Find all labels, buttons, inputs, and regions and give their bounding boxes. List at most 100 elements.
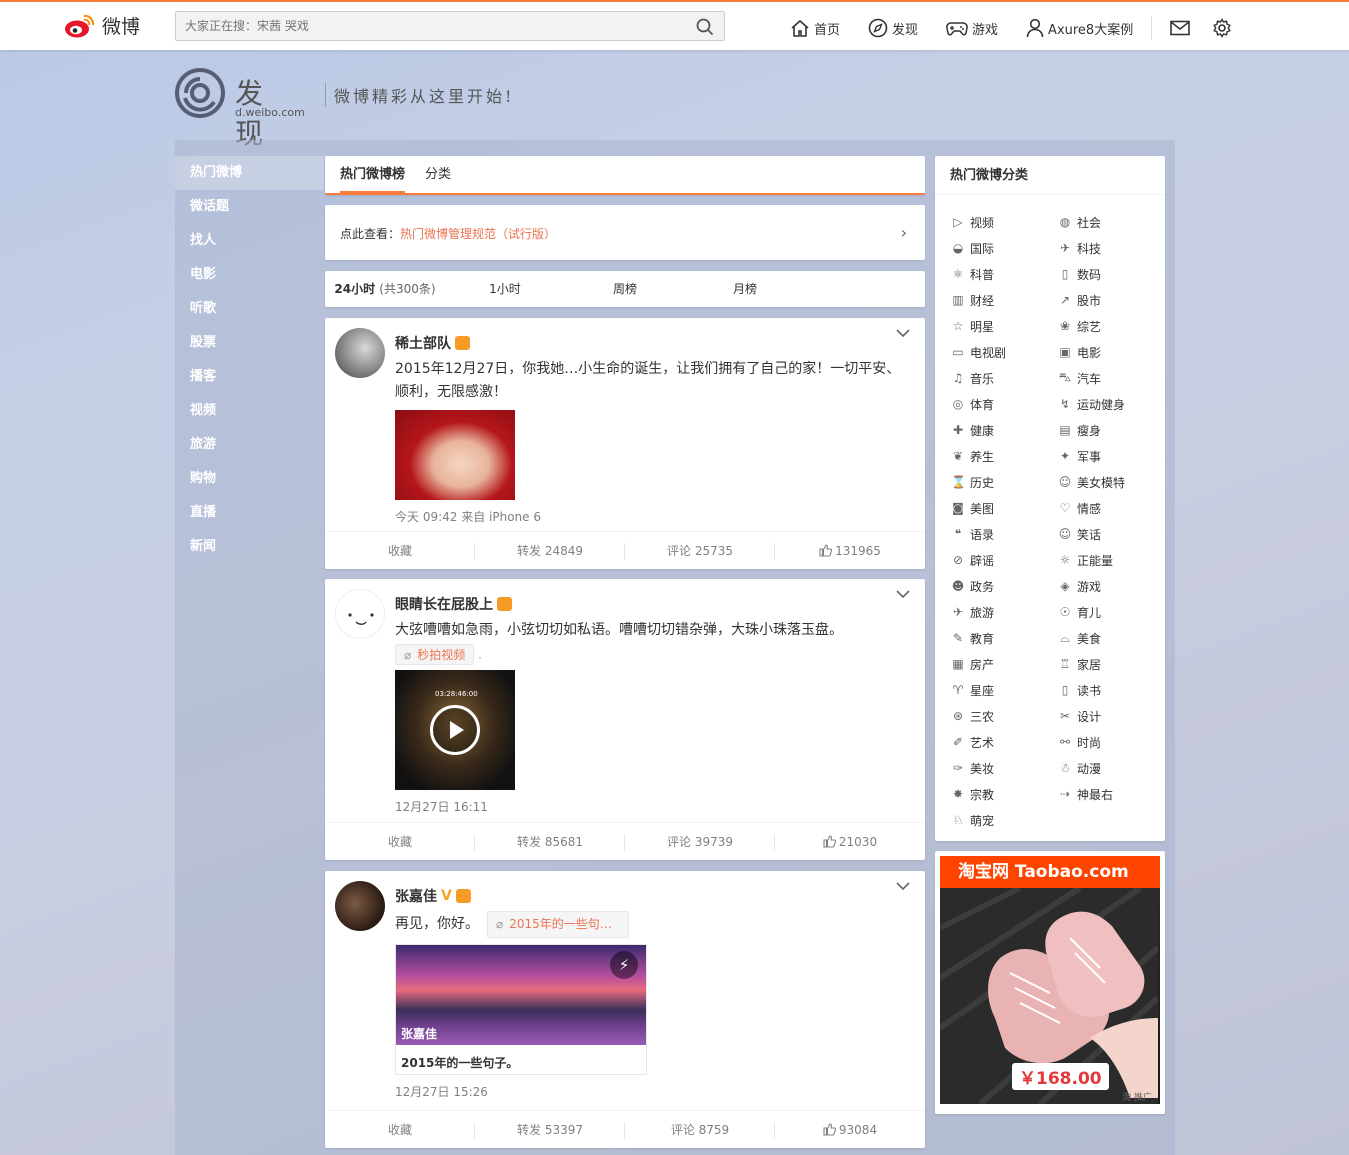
collect-button[interactable]: 收藏 bbox=[325, 1111, 475, 1148]
sidebar-item-travel[interactable]: 旅游 bbox=[175, 428, 324, 462]
nav-home[interactable]: 首页 bbox=[790, 19, 840, 38]
category-item[interactable]: ⌓ 美食 bbox=[1058, 625, 1165, 651]
category-item[interactable]: ▭ 电视剧 bbox=[951, 339, 1058, 365]
category-item[interactable]: ◎ 体育 bbox=[951, 391, 1058, 417]
category-item[interactable]: ♈ 星座 bbox=[951, 677, 1058, 703]
search-icon[interactable] bbox=[696, 18, 714, 39]
like-button[interactable]: 131965 bbox=[775, 532, 925, 569]
like-button[interactable]: 21030 bbox=[775, 823, 925, 860]
category-item[interactable]: ✑ 美妆 bbox=[951, 755, 1058, 781]
nav-games[interactable]: 游戏 bbox=[946, 19, 998, 38]
category-item[interactable]: ⚯ 时尚 bbox=[1058, 729, 1165, 755]
category-item[interactable]: ✐ 艺术 bbox=[951, 729, 1058, 755]
sidebar-item-news[interactable]: 新闻 bbox=[175, 530, 324, 564]
sidebar-item-topics[interactable]: 微话题 bbox=[175, 190, 324, 224]
category-item[interactable]: ◈ 游戏 bbox=[1058, 573, 1165, 599]
range-month[interactable]: 月榜 bbox=[685, 271, 805, 307]
repost-button[interactable]: 转发 53397 bbox=[475, 1111, 625, 1148]
article-tag[interactable]: ⌀ 2015年的一些句… bbox=[487, 911, 629, 938]
category-item[interactable]: ▦ 房产 bbox=[951, 651, 1058, 677]
category-item[interactable]: ◒ 国际 bbox=[951, 235, 1058, 261]
comment-button[interactable]: 评论 39739 bbox=[625, 823, 775, 860]
avatar[interactable] bbox=[335, 881, 385, 931]
category-item[interactable]: ☃ 动漫 bbox=[1058, 755, 1165, 781]
category-item[interactable]: ⚛ 科普 bbox=[951, 261, 1058, 287]
category-item[interactable]: ▯ 读书 bbox=[1058, 677, 1165, 703]
gear-icon[interactable] bbox=[1212, 18, 1232, 38]
avatar[interactable] bbox=[335, 328, 385, 378]
sidebar-item-podcast[interactable]: 播客 bbox=[175, 360, 324, 394]
sidebar-item-video[interactable]: 视频 bbox=[175, 394, 324, 428]
category-item[interactable]: ◍ 社会 bbox=[1058, 209, 1165, 235]
search-input[interactable] bbox=[176, 12, 676, 40]
mail-icon[interactable] bbox=[1170, 20, 1191, 36]
category-item[interactable]: ☆ 明星 bbox=[951, 313, 1058, 339]
post-author[interactable]: 眼睛长在屁股上 bbox=[395, 594, 910, 614]
sidebar-item-people[interactable]: 找人 bbox=[175, 224, 324, 258]
tab-hot-ranking[interactable]: 热门微博榜 bbox=[340, 156, 406, 193]
category-item[interactable]: ❝ 语录 bbox=[951, 521, 1058, 547]
avatar[interactable] bbox=[335, 589, 385, 639]
sidebar-item-music[interactable]: 听歌 bbox=[175, 292, 324, 326]
category-item[interactable]: ☻ 政务 bbox=[951, 573, 1058, 599]
post-author[interactable]: 稀土部队 bbox=[395, 333, 910, 353]
article-card[interactable]: 张嘉佳 ⚡ 2015年的一些句子。 bbox=[395, 944, 647, 1075]
category-item[interactable]: ↯ 运动健身 bbox=[1058, 391, 1165, 417]
notice-bar[interactable]: 点此查看：热门微博管理规范（试行版） › bbox=[325, 205, 925, 260]
category-item[interactable]: ✈ 旅游 bbox=[951, 599, 1058, 625]
sidebar-item-live[interactable]: 直播 bbox=[175, 496, 324, 530]
category-item[interactable]: ✦ 军事 bbox=[1058, 443, 1165, 469]
post-image[interactable] bbox=[395, 410, 515, 500]
ad-image[interactable]: ￥168.00 淘 推广 bbox=[940, 888, 1160, 1104]
category-item[interactable]: ⛍ 汽车 bbox=[1058, 365, 1165, 391]
category-item[interactable]: ⇢ 神最右 bbox=[1058, 781, 1165, 807]
category-item[interactable]: ♘ 萌宠 bbox=[951, 807, 1058, 833]
category-item[interactable]: ▷ 视频 bbox=[951, 209, 1058, 235]
range-week[interactable]: 周榜 bbox=[565, 271, 685, 307]
category-item[interactable]: ☉ 育儿 bbox=[1058, 599, 1165, 625]
category-item[interactable]: ♡ 情感 bbox=[1058, 495, 1165, 521]
category-item[interactable]: ⊘ 辟谣 bbox=[951, 547, 1058, 573]
sidebar-item-movies[interactable]: 电影 bbox=[175, 258, 324, 292]
category-item[interactable]: ✎ 教育 bbox=[951, 625, 1058, 651]
comment-button[interactable]: 评论 8759 bbox=[625, 1111, 775, 1148]
range-24h[interactable]: 24小时 (共300条) bbox=[325, 271, 445, 307]
category-item[interactable]: ▣ 电影 bbox=[1058, 339, 1165, 365]
category-item[interactable]: ◙ 美图 bbox=[951, 495, 1058, 521]
sidebar-item-stocks[interactable]: 股票 bbox=[175, 326, 324, 360]
category-item[interactable]: ▯ 数码 bbox=[1058, 261, 1165, 287]
tab-categories[interactable]: 分类 bbox=[425, 156, 451, 193]
nav-profile[interactable]: Axure8大案例 bbox=[1026, 18, 1133, 38]
post-author[interactable]: 张嘉佳 V bbox=[395, 886, 910, 906]
category-item[interactable]: ⌛ 历史 bbox=[951, 469, 1058, 495]
repost-button[interactable]: 转发 24849 bbox=[475, 532, 625, 569]
repost-button[interactable]: 转发 85681 bbox=[475, 823, 625, 860]
category-item[interactable]: ☺ 美女模特 bbox=[1058, 469, 1165, 495]
category-item[interactable]: ⊛ 三农 bbox=[951, 703, 1058, 729]
collect-button[interactable]: 收藏 bbox=[325, 823, 475, 860]
comment-button[interactable]: 评论 25735 bbox=[625, 532, 775, 569]
category-item[interactable]: ✚ 健康 bbox=[951, 417, 1058, 443]
category-item[interactable]: ❀ 综艺 bbox=[1058, 313, 1165, 339]
nav-discover[interactable]: 发现 bbox=[868, 18, 918, 38]
range-1h[interactable]: 1小时 bbox=[445, 271, 565, 307]
category-item[interactable]: ❦ 养生 bbox=[951, 443, 1058, 469]
weibo-logo[interactable]: 微博 bbox=[64, 12, 140, 39]
sidebar-item-shopping[interactable]: 购物 bbox=[175, 462, 324, 496]
category-item[interactable]: ▤ 瘦身 bbox=[1058, 417, 1165, 443]
category-item[interactable]: ✸ 宗教 bbox=[951, 781, 1058, 807]
category-item[interactable]: ♫ 音乐 bbox=[951, 365, 1058, 391]
video-thumbnail[interactable]: 03:28:46:00 bbox=[395, 670, 515, 790]
notice-link[interactable]: 热门微博管理规范（试行版） bbox=[400, 227, 556, 241]
category-item[interactable]: ☼ 正能量 bbox=[1058, 547, 1165, 573]
category-item[interactable]: ✂ 设计 bbox=[1058, 703, 1165, 729]
taobao-ad[interactable]: 淘宝网 Taobao.com ￥168.00 淘 推广 bbox=[935, 851, 1165, 1114]
category-item[interactable]: ▥ 财经 bbox=[951, 287, 1058, 313]
category-item[interactable]: ♖ 家居 bbox=[1058, 651, 1165, 677]
collect-button[interactable]: 收藏 bbox=[325, 532, 475, 569]
category-item[interactable]: ☺ 笑话 bbox=[1058, 521, 1165, 547]
like-button[interactable]: 93084 bbox=[775, 1111, 925, 1148]
category-item[interactable]: ↗ 股市 bbox=[1058, 287, 1165, 313]
sidebar-item-hot[interactable]: 热门微博 bbox=[175, 156, 324, 190]
play-icon[interactable] bbox=[430, 705, 480, 755]
